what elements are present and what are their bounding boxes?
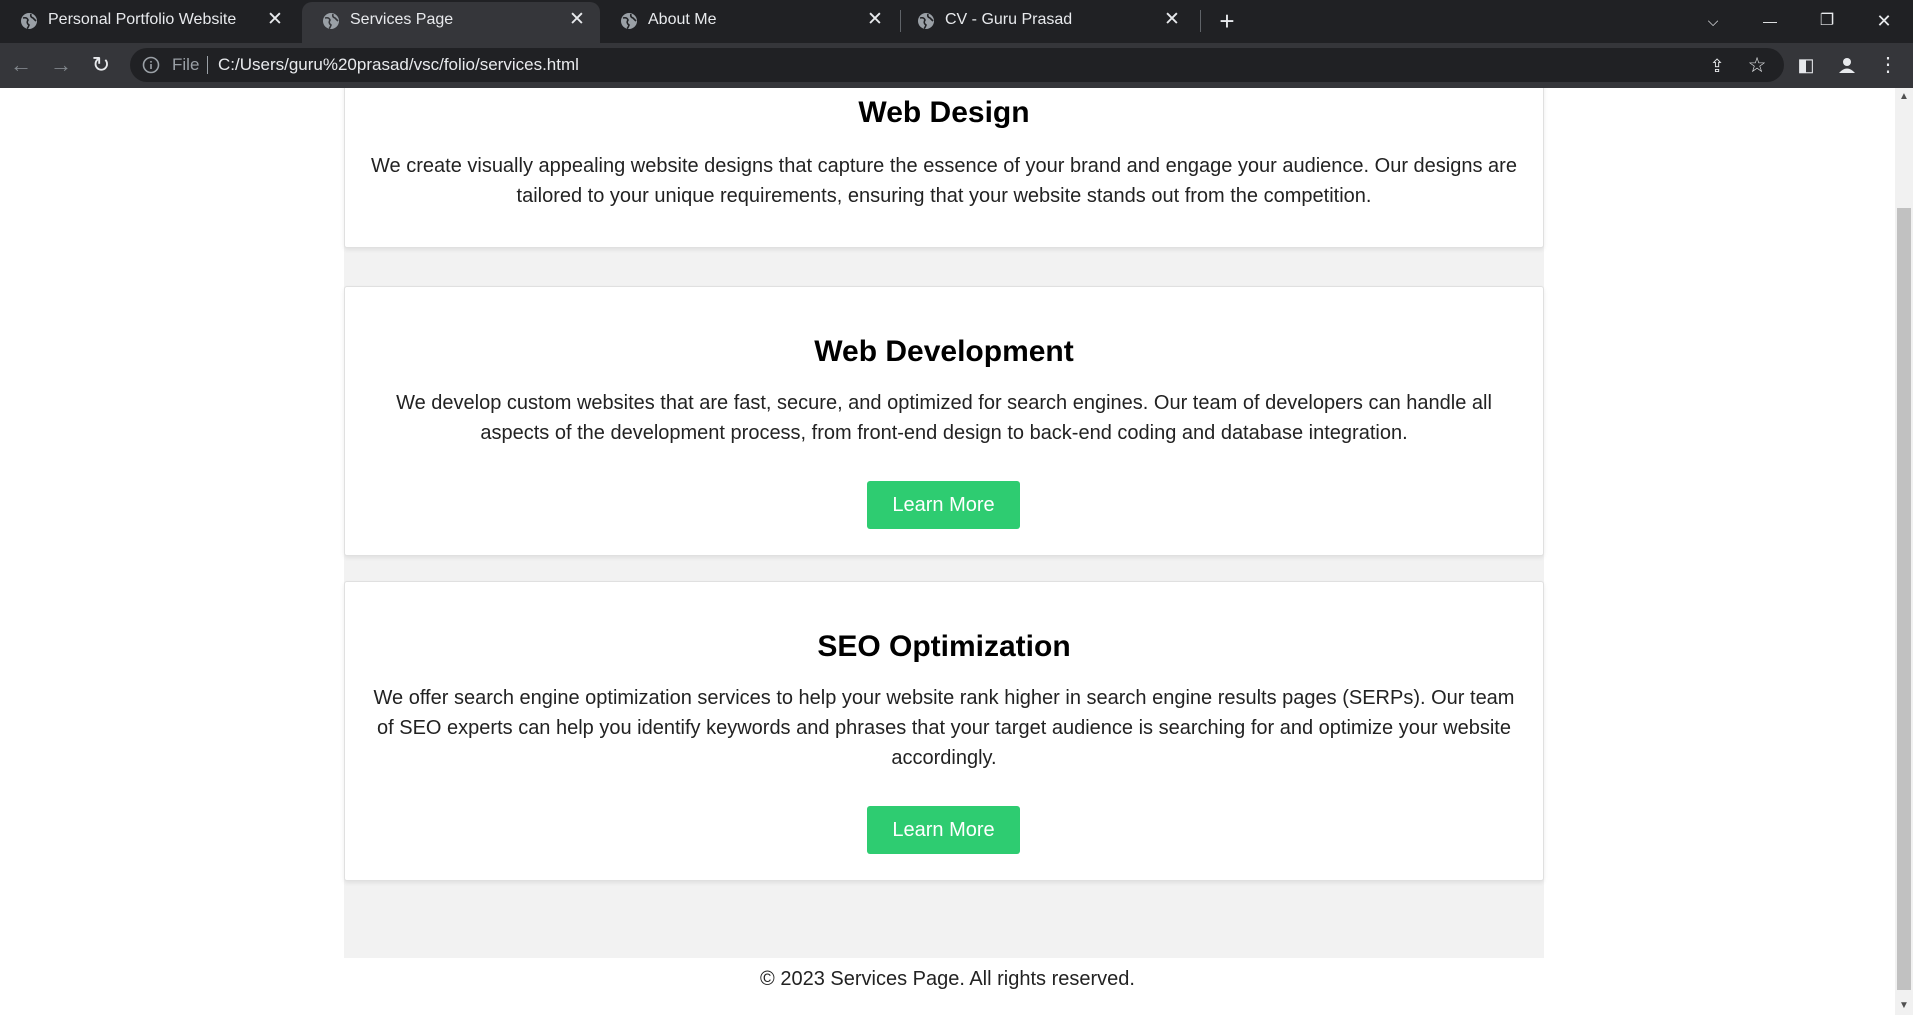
service-description: We create visually appealing website des… <box>371 155 1517 207</box>
reload-button[interactable]: ↻ <box>86 50 116 80</box>
service-card-web-development: Web Development We develop custom websit… <box>344 286 1544 556</box>
globe-icon <box>323 13 339 30</box>
tab-cv[interactable]: CV - Guru Prasad ✕ <box>897 0 1195 43</box>
scroll-down-arrow-icon[interactable]: ▼ <box>1895 997 1913 1015</box>
service-description: We offer search engine optimization serv… <box>373 687 1515 769</box>
tab-title: CV - Guru Prasad <box>945 11 1073 28</box>
globe-icon <box>21 13 37 30</box>
scheme-separator <box>207 56 208 74</box>
footer-copyright: © 2023 Services Page. All rights reserve… <box>760 968 1135 990</box>
address-bar[interactable]: File C:/Users/guru%20prasad/vsc/folio/se… <box>130 48 1784 82</box>
scheme-label: File <box>172 55 200 74</box>
profile-icon[interactable] <box>1832 50 1862 80</box>
url-text[interactable]: C:/Users/guru%20prasad/vsc/folio/service… <box>218 55 579 75</box>
share-icon[interactable]: ⇪ <box>1706 55 1728 77</box>
globe-icon <box>621 13 637 30</box>
scrollbar-thumb[interactable] <box>1897 208 1911 990</box>
star-icon[interactable]: ☆ <box>1746 55 1768 77</box>
tab-separator <box>1200 10 1201 32</box>
side-panel-icon[interactable]: ◧ <box>1791 50 1821 80</box>
tab-close-icon[interactable]: ✕ <box>864 9 886 31</box>
service-title: Web Design <box>858 96 1030 129</box>
service-card-seo-optimization: SEO Optimization We offer search engine … <box>344 581 1544 881</box>
tab-title: About Me <box>648 11 717 28</box>
forward-button[interactable]: → <box>46 50 76 80</box>
tab-personal-portfolio[interactable]: Personal Portfolio Website ✕ <box>0 0 298 43</box>
vertical-scrollbar[interactable]: ▲ ▼ <box>1895 88 1913 1015</box>
tab-title: Services Page <box>350 11 454 28</box>
learn-more-button[interactable]: Learn More <box>867 481 1020 529</box>
menu-icon[interactable]: ⋮ <box>1873 50 1903 80</box>
learn-more-button[interactable]: Learn More <box>867 806 1020 854</box>
tab-strip: Personal Portfolio Website ✕ Services Pa… <box>0 0 1913 43</box>
close-window-button[interactable]: ✕ <box>1866 4 1902 38</box>
service-title: Web Development <box>814 335 1074 368</box>
browser-toolbar: ← → ↻ File C:/Users/guru%20prasad/vsc/fo… <box>0 43 1913 88</box>
restore-button[interactable]: ❐ <box>1809 4 1845 38</box>
services-container: Web Design We create visually appealing … <box>344 88 1544 958</box>
service-title: SEO Optimization <box>817 630 1071 663</box>
new-tab-button[interactable]: + <box>1213 8 1241 36</box>
service-description: We develop custom websites that are fast… <box>396 392 1492 444</box>
scroll-up-arrow-icon[interactable]: ▲ <box>1895 88 1913 106</box>
minimize-button[interactable]: — <box>1752 4 1788 38</box>
tab-search-button[interactable]: ⌵ <box>1695 4 1731 38</box>
tab-close-icon[interactable]: ✕ <box>566 9 588 31</box>
globe-icon <box>918 13 934 30</box>
service-card-web-design: Web Design We create visually appealing … <box>344 88 1544 248</box>
tab-close-icon[interactable]: ✕ <box>1161 9 1183 31</box>
tab-close-icon[interactable]: ✕ <box>264 9 286 31</box>
tab-services-page[interactable]: Services Page ✕ <box>302 2 600 43</box>
back-button[interactable]: ← <box>6 50 36 80</box>
page-viewport: Web Design We create visually appealing … <box>0 88 1895 1015</box>
tab-about-me[interactable]: About Me ✕ <box>600 0 898 43</box>
info-icon[interactable] <box>142 56 160 74</box>
tab-title: Personal Portfolio Website <box>48 11 237 28</box>
